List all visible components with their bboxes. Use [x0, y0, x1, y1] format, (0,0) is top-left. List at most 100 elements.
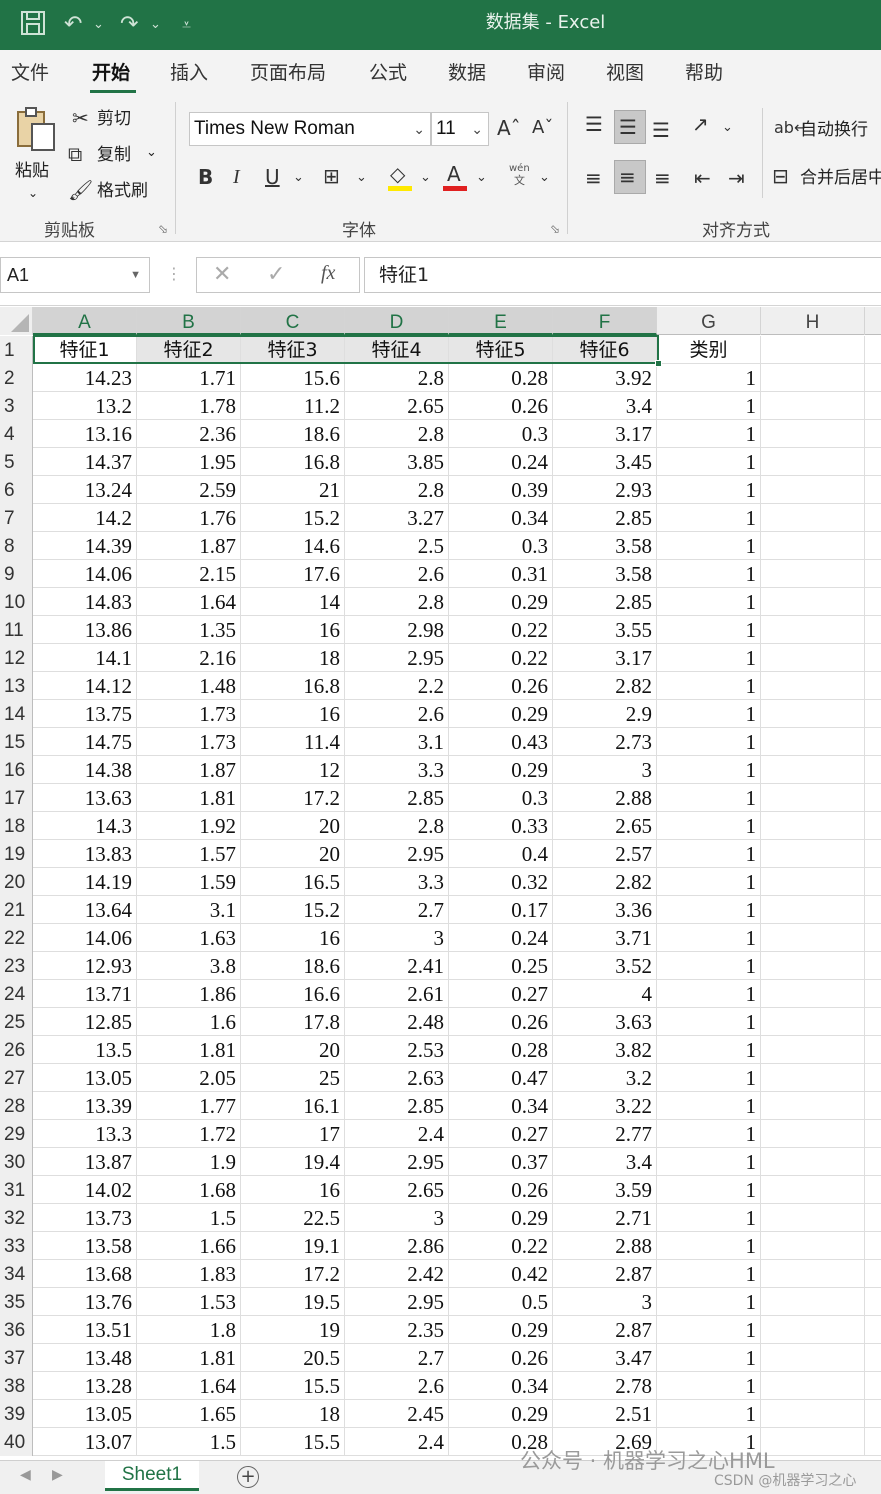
cell[interactable]: 2.87: [553, 1316, 657, 1344]
cell[interactable]: 19: [241, 1316, 345, 1344]
sheet-tab-sheet1[interactable]: Sheet1: [105, 1461, 199, 1491]
cell[interactable]: 2.82: [553, 868, 657, 896]
cell[interactable]: 1: [657, 532, 761, 560]
cell[interactable]: 3.52: [553, 952, 657, 980]
cell[interactable]: [761, 1064, 865, 1092]
cell[interactable]: 1.64: [137, 1372, 241, 1400]
cell[interactable]: 13.3: [33, 1120, 137, 1148]
prev-sheet-icon[interactable]: ◀: [20, 1467, 31, 1483]
cell[interactable]: 1.92: [137, 812, 241, 840]
row-header[interactable]: 20: [0, 868, 33, 896]
cell[interactable]: 3.92: [553, 364, 657, 392]
enter-icon[interactable]: ✓: [267, 262, 285, 287]
cell[interactable]: 1: [657, 1372, 761, 1400]
cell[interactable]: 14.2: [33, 504, 137, 532]
tab-view[interactable]: 视图: [606, 60, 644, 86]
cell[interactable]: 13.05: [33, 1400, 137, 1428]
cell[interactable]: 16: [241, 616, 345, 644]
cell[interactable]: 16: [241, 1176, 345, 1204]
cell[interactable]: 3: [345, 1204, 449, 1232]
bold-button[interactable]: B: [198, 165, 213, 189]
cell[interactable]: 3.8: [137, 952, 241, 980]
cell[interactable]: 16.5: [241, 868, 345, 896]
row-header[interactable]: 19: [0, 840, 33, 868]
cell[interactable]: 1.83: [137, 1260, 241, 1288]
cell[interactable]: [761, 476, 865, 504]
cell[interactable]: 13.87: [33, 1148, 137, 1176]
cell[interactable]: 17.2: [241, 1260, 345, 1288]
cell[interactable]: 3: [553, 756, 657, 784]
row-header[interactable]: 30: [0, 1148, 33, 1176]
cell[interactable]: 13.39: [33, 1092, 137, 1120]
cell[interactable]: 0.26: [449, 392, 553, 420]
row-header[interactable]: 17: [0, 784, 33, 812]
cell[interactable]: 2.85: [553, 504, 657, 532]
cell[interactable]: 1.87: [137, 756, 241, 784]
borders-dropdown-icon[interactable]: ⌄: [356, 166, 367, 190]
cell[interactable]: 1: [657, 1176, 761, 1204]
cell[interactable]: 1.95: [137, 448, 241, 476]
cell[interactable]: 13.73: [33, 1204, 137, 1232]
cell[interactable]: [761, 868, 865, 896]
orientation-dropdown-icon[interactable]: ⌄: [722, 116, 733, 140]
cell[interactable]: 1.65: [137, 1400, 241, 1428]
tab-review[interactable]: 审阅: [527, 60, 565, 86]
cell[interactable]: 2.57: [553, 840, 657, 868]
cell[interactable]: 1: [657, 644, 761, 672]
cell[interactable]: 19.4: [241, 1148, 345, 1176]
cell[interactable]: [761, 812, 865, 840]
row-header[interactable]: 3: [0, 392, 33, 420]
cell[interactable]: 0.27: [449, 980, 553, 1008]
cell[interactable]: 21: [241, 476, 345, 504]
cell[interactable]: 1.35: [137, 616, 241, 644]
increase-font-size-icon[interactable]: Aˆ: [497, 116, 521, 140]
cell[interactable]: 2.16: [137, 644, 241, 672]
cell[interactable]: 2.95: [345, 1148, 449, 1176]
increase-indent-icon[interactable]: ⇥: [728, 166, 745, 190]
cell[interactable]: 0.3: [449, 784, 553, 812]
cell[interactable]: 1.9: [137, 1148, 241, 1176]
cell[interactable]: 0.31: [449, 560, 553, 588]
row-header[interactable]: 36: [0, 1316, 33, 1344]
cell[interactable]: 1: [657, 868, 761, 896]
cell[interactable]: 13.86: [33, 616, 137, 644]
column-header-a[interactable]: A: [33, 307, 137, 335]
underline-dropdown-icon[interactable]: ⌄: [293, 166, 304, 190]
cell[interactable]: 3.36: [553, 896, 657, 924]
row-header[interactable]: 15: [0, 728, 33, 756]
row-header[interactable]: 7: [0, 504, 33, 532]
align-center-button[interactable]: ≡: [614, 160, 646, 194]
cell[interactable]: 1.6: [137, 1008, 241, 1036]
cell[interactable]: 16.1: [241, 1092, 345, 1120]
select-all-button[interactable]: [0, 307, 33, 335]
cell[interactable]: 2.48: [345, 1008, 449, 1036]
cell[interactable]: 特征5: [449, 336, 553, 364]
cell[interactable]: 特征6: [553, 336, 657, 364]
tab-file[interactable]: 文件: [11, 60, 49, 86]
copy-button[interactable]: ⧉ 复制 ⌄: [68, 142, 164, 168]
cell[interactable]: [761, 1316, 865, 1344]
cell[interactable]: 2.7: [345, 1344, 449, 1372]
cell[interactable]: 2.35: [345, 1316, 449, 1344]
cell[interactable]: 1.57: [137, 840, 241, 868]
column-header-e[interactable]: E: [449, 307, 553, 335]
cell[interactable]: 0.17: [449, 896, 553, 924]
cell[interactable]: 2.93: [553, 476, 657, 504]
cell[interactable]: 13.07: [33, 1428, 137, 1456]
wrap-text-button[interactable]: ab↵ 自动换行: [774, 116, 881, 144]
row-header[interactable]: 6: [0, 476, 33, 504]
cell[interactable]: 12.93: [33, 952, 137, 980]
cell[interactable]: 特征3: [241, 336, 345, 364]
cell[interactable]: 2.8: [345, 476, 449, 504]
cell[interactable]: 2.98: [345, 616, 449, 644]
cell[interactable]: 4: [553, 980, 657, 1008]
cell[interactable]: 3.17: [553, 644, 657, 672]
cell[interactable]: 13.48: [33, 1344, 137, 1372]
cell[interactable]: 20: [241, 1036, 345, 1064]
cell[interactable]: 2.9: [553, 700, 657, 728]
borders-icon[interactable]: ⊞: [323, 164, 340, 188]
phonetic-dropdown-icon[interactable]: ⌄: [539, 166, 550, 190]
next-sheet-icon[interactable]: ▶: [52, 1467, 63, 1483]
cell[interactable]: 2.41: [345, 952, 449, 980]
column-header-d[interactable]: D: [345, 307, 449, 335]
